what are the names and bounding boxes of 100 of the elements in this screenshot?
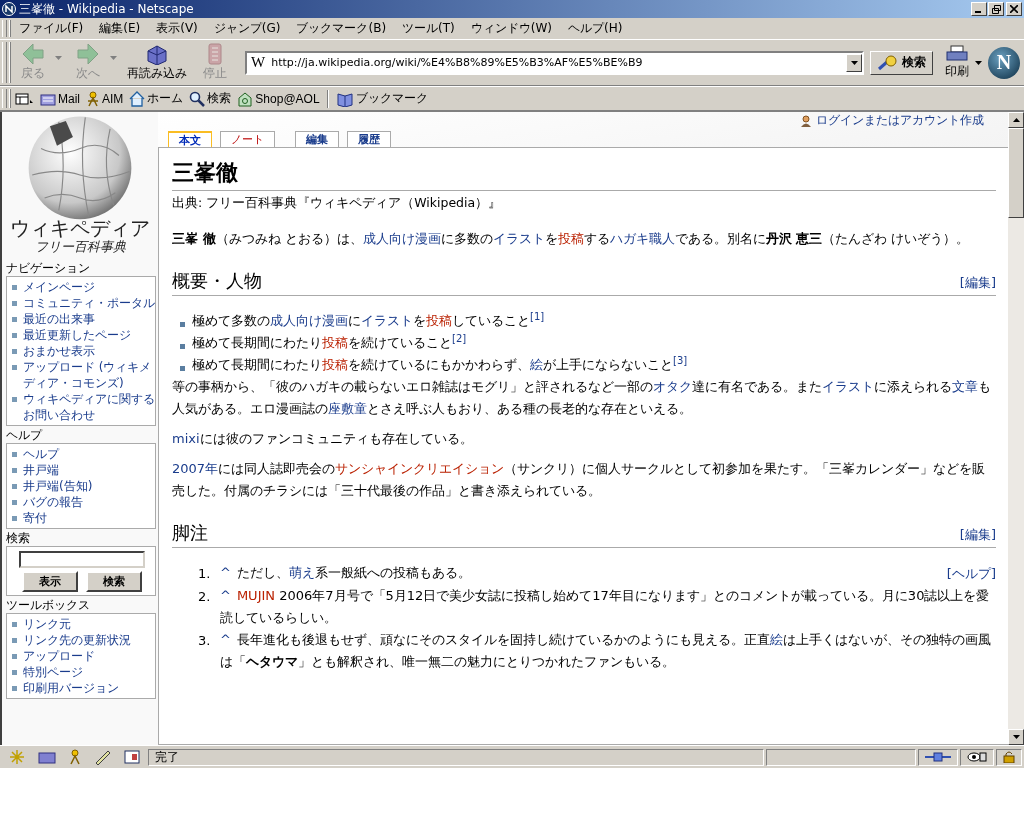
- back-link[interactable]: ^: [220, 588, 231, 603]
- link[interactable]: 2007年: [172, 461, 219, 476]
- link[interactable]: MUJIN: [236, 588, 276, 603]
- sidebar-link[interactable]: ヘルプ: [23, 446, 59, 462]
- menu-item[interactable]: ヘルプ(H): [560, 18, 631, 39]
- page-tab[interactable]: ノート: [220, 131, 275, 147]
- section-heading: 概要・人物: [172, 269, 262, 293]
- sidebar-link[interactable]: 印刷用バージョン: [23, 680, 119, 696]
- sidebar-link[interactable]: おまかせ表示: [23, 343, 95, 359]
- sidebar-link[interactable]: アップロード: [23, 648, 95, 664]
- sidebar-link[interactable]: コミュニティ・ポータル: [23, 295, 155, 311]
- pen-icon[interactable]: [94, 749, 112, 765]
- sidebar-link[interactable]: 特別ページ: [23, 664, 83, 680]
- link[interactable]: 文章: [952, 379, 978, 394]
- card-icon[interactable]: [124, 749, 140, 765]
- dropdown-button[interactable]: [846, 53, 862, 72]
- bullet-icon: [12, 654, 17, 659]
- person-icon: [86, 90, 100, 107]
- minimize-button[interactable]: [971, 2, 987, 16]
- link[interactable]: イラスト: [822, 379, 874, 394]
- menu-item[interactable]: ブックマーク(B): [288, 18, 395, 39]
- link[interactable]: 絵: [530, 357, 543, 372]
- caret-icon[interactable]: [975, 60, 982, 65]
- toolbar-link[interactable]: Shop@AOL: [234, 90, 323, 107]
- search-button[interactable]: 表示: [22, 571, 78, 592]
- reference-link[interactable]: [3]: [673, 354, 688, 366]
- article-subtitle: 出典: フリー百科事典『ウィキペディア（Wikipedia）』: [172, 194, 503, 212]
- page-tab[interactable]: 履歴: [347, 131, 391, 147]
- maximize-button[interactable]: [988, 2, 1004, 16]
- link[interactable]: サンシャインクリエイション: [335, 461, 505, 476]
- scroll-up-button[interactable]: [1008, 112, 1024, 128]
- link[interactable]: mixi: [172, 431, 200, 446]
- scroll-down-button[interactable]: [1008, 729, 1024, 745]
- link[interactable]: 成人向け漫画: [362, 231, 441, 246]
- toolbar-link[interactable]: ホーム: [126, 90, 187, 107]
- sidebar-link[interactable]: メインページ: [23, 279, 95, 295]
- sidebar-link[interactable]: 最近の出来事: [23, 311, 95, 327]
- close-icon: [1010, 5, 1018, 13]
- sidebar-link[interactable]: 寄付: [23, 510, 47, 526]
- back-link[interactable]: ^: [220, 565, 231, 580]
- link[interactable]: イラスト: [361, 313, 413, 328]
- bullet-icon: [12, 349, 17, 354]
- link[interactable]: 投稿: [322, 335, 348, 350]
- netscape-logo[interactable]: N: [988, 46, 1020, 79]
- link[interactable]: 絵: [769, 632, 783, 647]
- sidebar-link[interactable]: アップロード (ウィキメディア・コモンズ): [23, 359, 155, 391]
- toolbar-link[interactable]: ブックマーク: [332, 90, 431, 107]
- forward-arrow-icon: [76, 43, 100, 65]
- back-link[interactable]: ^: [220, 632, 231, 647]
- reload-button[interactable]: 再読み込み: [121, 42, 193, 83]
- search-field[interactable]: [19, 551, 145, 568]
- edit-link[interactable]: [編集]: [959, 526, 996, 544]
- scrollbar-thumb[interactable]: [1008, 128, 1024, 218]
- up-arrow-icon: [1012, 118, 1020, 122]
- menu-item[interactable]: 編集(E): [91, 18, 149, 39]
- link[interactable]: 投稿: [426, 313, 452, 328]
- help-link[interactable]: [ヘルプ]: [946, 562, 996, 585]
- sidebar-link[interactable]: 最近更新したページ: [23, 327, 131, 343]
- reference-link[interactable]: [2]: [452, 332, 467, 344]
- paragraph-text: 2007年には同人誌即売会のサンシャインクリエイション（サンクリ）に個人サークルとして初参加を果たす。「三峯カレンダー」などを販売した。付属のチラシには「三十代最後の作品」と書き添えられている。: [172, 460, 987, 500]
- bullet-icon: [12, 638, 17, 643]
- search-button[interactable]: 検索: [86, 571, 142, 592]
- page-tab[interactable]: 編集: [295, 131, 339, 147]
- toolbar-link[interactable]: Mail: [37, 91, 83, 106]
- login-link[interactable]: ログインまたはアカウント作成: [816, 112, 984, 129]
- search-button[interactable]: 検索: [870, 50, 933, 75]
- shop-icon: [237, 90, 254, 107]
- link[interactable]: 座敷童: [328, 401, 367, 416]
- mail-icon[interactable]: [38, 749, 56, 765]
- link[interactable]: 萌え: [288, 565, 315, 580]
- menu-item[interactable]: ツール(T): [394, 18, 463, 39]
- menu-item[interactable]: 表示(V): [148, 18, 206, 39]
- address-field[interactable]: W http://ja.wikipedia.org/wiki/%E4%B8%89%E5%B3%AF%E5%BE%B9: [245, 50, 864, 75]
- list-item-text: 極めて長期間にわたり 投稿を続けているにもかかわらず、絵が上手にならないこと$^{[3]}$: [192, 354, 688, 374]
- sidebar-link[interactable]: バグの報告: [23, 494, 83, 510]
- sidebar-link[interactable]: ウィキペディアに関するお問い合わせ: [23, 391, 155, 423]
- sidebar-link[interactable]: 井戸端: [23, 462, 59, 478]
- sidebar-link[interactable]: リンク元: [23, 616, 71, 632]
- link[interactable]: ハガキ職人: [609, 231, 675, 246]
- sidebar-link[interactable]: リンク先の更新状況: [23, 632, 131, 648]
- person-icon[interactable]: [68, 749, 82, 765]
- toolbar-link[interactable]: AIM: [83, 90, 127, 107]
- link[interactable]: 投稿: [322, 357, 348, 372]
- menu-item[interactable]: ジャンプ(G): [205, 18, 289, 39]
- bullet-icon: [12, 285, 17, 290]
- reference-link[interactable]: [1]: [530, 310, 545, 322]
- menu-item[interactable]: ウィンドウ(W): [462, 18, 560, 39]
- link[interactable]: 投稿: [557, 231, 584, 246]
- link[interactable]: オタク: [653, 379, 692, 394]
- sidebar-toggle-icon[interactable]: [15, 91, 33, 106]
- link[interactable]: 成人向け漫画: [270, 313, 348, 328]
- site-icon: W: [251, 54, 266, 71]
- print-button[interactable]: 印刷: [941, 45, 973, 80]
- sidebar-link[interactable]: 井戸端(告知): [23, 478, 93, 494]
- link[interactable]: イラスト: [492, 231, 545, 246]
- edit-link[interactable]: [編集]: [959, 274, 996, 292]
- toolbar-link[interactable]: 検索: [186, 90, 235, 107]
- page-tab[interactable]: 本文: [168, 131, 212, 147]
- close-button[interactable]: [1006, 2, 1022, 16]
- menu-item[interactable]: ファイル(F): [11, 18, 92, 39]
